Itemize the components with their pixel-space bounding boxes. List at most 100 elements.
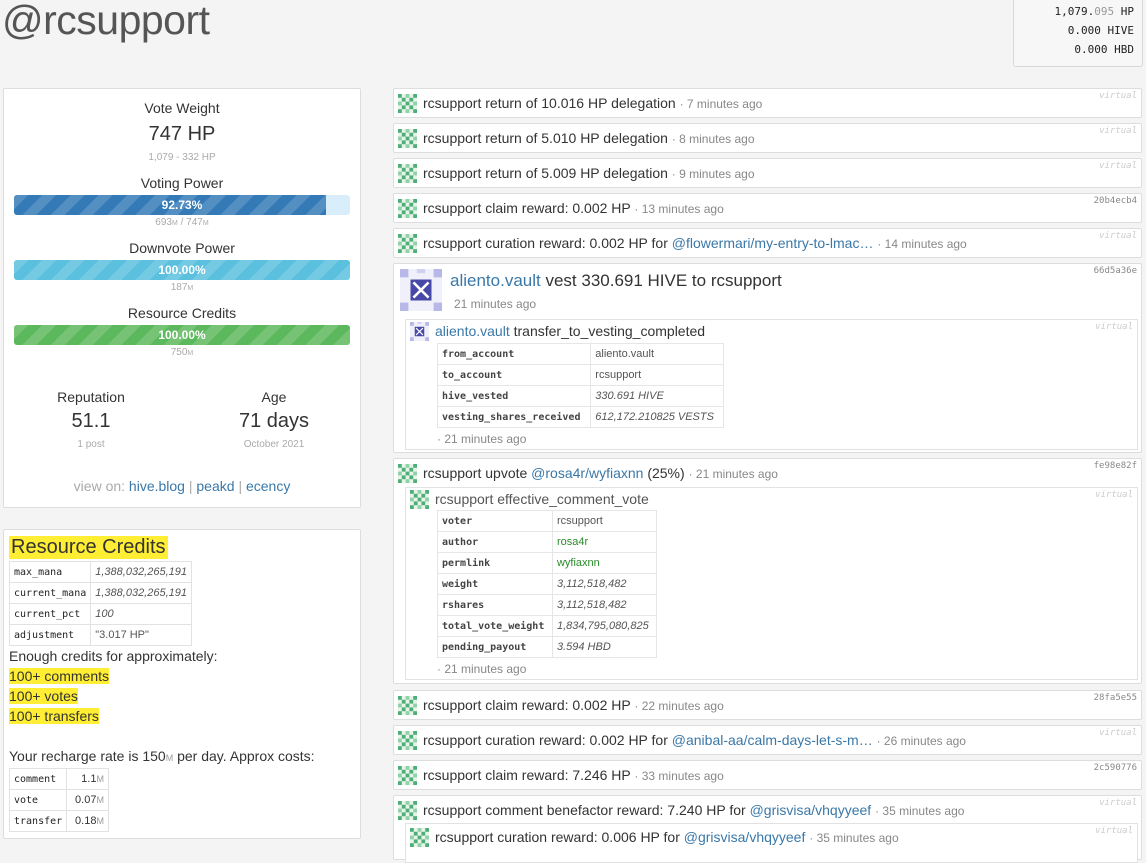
op-details-table: voter rcsupport author rosa4r permlink wyfi… [437,510,658,658]
list-item: rcsupport upvote @rosa4r/wyfiaxnn (25%) … [393,458,1142,684]
tx-id-link[interactable]: 28fa5e55 [1094,693,1137,703]
table-row: pending_payout 3.594 HBD [437,636,658,658]
sub-ago: · 21 minutes ago [437,432,527,446]
vest-title: aliento.vault vest 330.691 HIVE to rcsup… [450,271,782,290]
reputation-sub: 1 post [77,439,105,450]
table-row: author rosa4r [437,531,658,553]
identicon-icon [398,234,417,253]
op-tag: virtual [1095,322,1133,332]
op-tag: virtual [1099,798,1137,808]
post-link[interactable]: @anibal-aa/calm-days-let-s-m… [672,732,873,748]
downvote-power-bar: 100.00% [14,260,350,280]
post-link[interactable]: @grisvisa/vhqyyeef [750,802,872,818]
tx-id-link[interactable]: 2c590776 [1094,763,1137,773]
rc-bar-sub: 750M [170,347,194,358]
identicon-icon [398,766,417,785]
rc-enough: Enough credits for approximately: [9,648,218,664]
rc-bar-text: 100.00% [158,328,206,342]
sub-operation: aliento.vault transfer_to_vesting_comple… [405,319,1138,450]
age-value: 71 days [238,410,310,432]
voting-power-bar: 92.73% [14,195,350,215]
rc-costs-table: comment 1.1M vote 0.07M transfer 0.18M [8,768,109,832]
vote-weight-value: 747 HP [148,123,216,145]
age-sub: October 2021 [243,439,305,450]
identicon-icon [398,801,417,820]
account-link[interactable]: aliento.vault [435,323,510,339]
downvote-power-sub: 187M [170,282,194,293]
rc-title: Resource Credits [9,536,168,559]
hive-balance: 0.000 HIVE [1067,24,1134,37]
identicon-icon [410,828,429,847]
vest-ago: 21 minutes ago [454,297,537,311]
hbd-balance: 0.000 HBD [1074,43,1134,56]
reputation-value: 51.1 [71,410,111,432]
view-on: view on: hive.blog | peakd | ecency [73,478,291,494]
table-row: vote 0.07M [8,789,109,811]
post-link[interactable]: @flowermari/my-entry-to-lmac… [672,235,874,251]
op-tag: virtual [1095,490,1133,500]
balances-panel: 1,079.095 HP 0.000 HIVE 0.000 HBD [1013,0,1143,67]
list-item: rcsupport curation reward: 0.002 HP for … [393,725,1142,755]
tx-id-link[interactable]: 66d5a36e [1094,266,1137,276]
table-row: comment 1.1M [8,768,109,790]
voting-power-sub: 693M / 747M [155,217,209,228]
list-item: aliento.vault vest 330.691 HIVE to rcsup… [393,263,1142,453]
post-link[interactable]: @grisvisa/vhqyyeef [684,829,806,845]
rc-votes: 100+ votes [9,688,78,704]
vote-weight-label: Vote Weight [144,100,220,116]
downvote-power-label: Downvote Power [129,240,235,256]
list-item: rcsupport comment benefactor reward: 7.2… [393,795,1142,863]
rc-table: max_mana 1,388,032,265,191 current_mana 1,… [8,561,193,646]
op-tag: virtual [1099,161,1137,171]
page-title: @rcsupport [2,0,210,43]
rc-comments: 100+ comments [9,668,109,684]
table-row: vesting_shares_received 612,172.210825 VE… [436,406,724,428]
table-row: transfer 0.18M [8,810,109,832]
table-row: max_mana 1,388,032,265,191 [8,561,193,583]
voting-power-label: Voting Power [140,175,224,191]
ecency-link[interactable]: ecency [246,478,290,494]
age-label: Age [261,389,287,405]
table-row: hive_vested 330.691 HIVE [436,385,724,407]
sub-operation: rcsupport curation reward: 0.006 HP for … [405,823,1138,863]
op-tag: virtual [1099,728,1137,738]
table-row: current_pct 100 [8,603,193,625]
table-row: to_account rcsupport [436,364,724,386]
table-row: total_vote_weight 1,834,795,080,825 [437,615,658,637]
identicon-icon [398,164,417,183]
identicon-icon [398,94,417,113]
op-tag: virtual [1099,126,1137,136]
age-block: Age 71 days October 2021 [189,389,359,450]
identicon-icon [398,731,417,750]
table-row: from_account aliento.vault [436,343,724,365]
vault-avatar-icon [410,322,429,341]
table-row: current_mana 1,388,032,265,191 [8,582,193,604]
list-item: rcsupport claim reward: 0.002 HP · 22 mi… [393,690,1142,720]
rc-transfers: 100+ transfers [9,708,99,724]
tx-id-link[interactable]: 20b4ecb4 [1094,196,1137,206]
account-link[interactable]: aliento.vault [450,271,541,290]
hp-balance: 1,079.095 HP [1054,5,1135,18]
tx-id-link[interactable]: fe98e82f [1094,461,1137,471]
rc-recharge: Your recharge rate is 150M per day. Appr… [9,748,315,764]
list-item: rcsupport return of 5.010 HP delegation … [393,123,1142,153]
vote-weight-sub: 1,079 - 332 HP [148,152,216,163]
identicon-icon [398,696,417,715]
resource-credits-card: Resource Credits max_mana 1,388,032,265,1… [3,529,361,839]
list-item: rcsupport return of 5.009 HP delegation … [393,158,1142,188]
reputation-block: Reputation 51.1 1 post [6,389,176,450]
voting-power-text: 92.73% [161,198,203,212]
rc-bar-label: Resource Credits [127,305,237,321]
downvote-power-text: 100.00% [158,263,206,277]
table-row: adjustment "3.017 HP" [8,624,193,646]
table-row: permlink wyfiaxnn [437,552,658,574]
post-link[interactable]: @rosa4r/wyfiaxnn [531,465,643,481]
identicon-icon [410,490,429,509]
peakd-link[interactable]: peakd [196,478,234,494]
account-stats-card: Vote Weight 747 HP 1,079 - 332 HP Voting… [3,88,361,508]
hive-blog-link[interactable]: hive.blog [129,478,185,494]
sub-ago: · 21 minutes ago [437,662,527,676]
vault-avatar-icon [400,269,442,311]
identicon-icon [398,199,417,218]
op-tag: virtual [1095,826,1133,836]
